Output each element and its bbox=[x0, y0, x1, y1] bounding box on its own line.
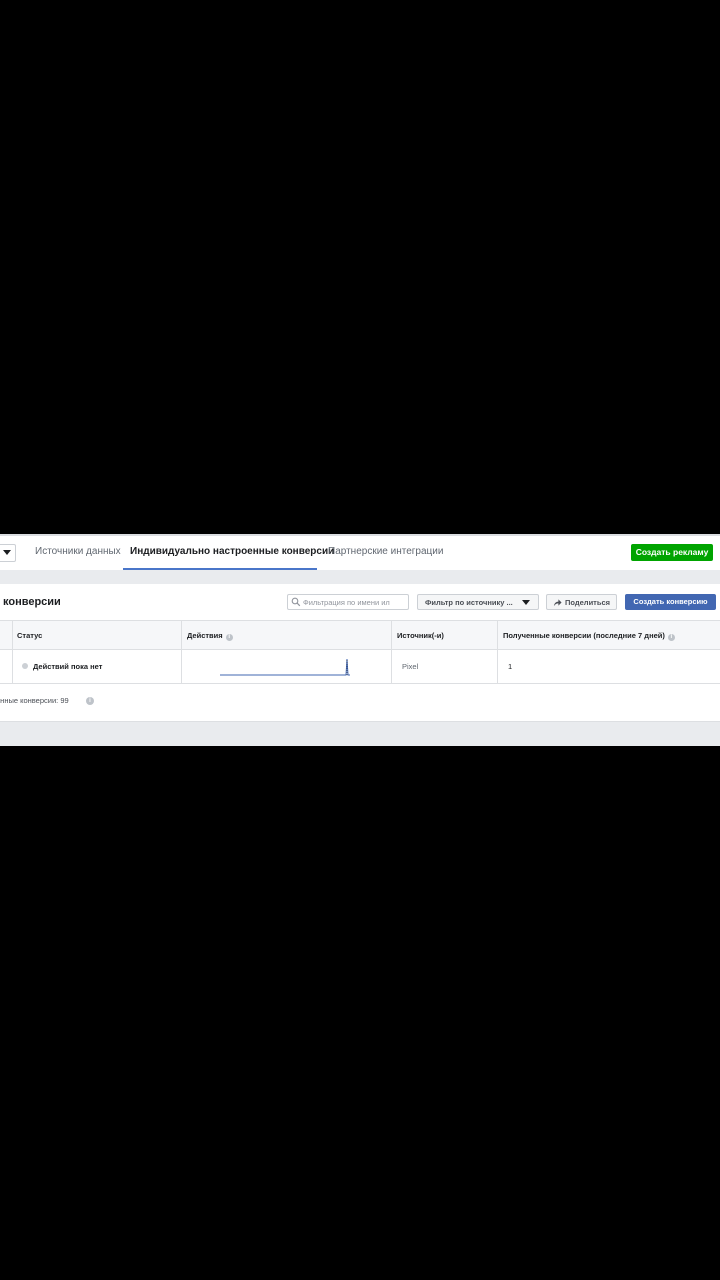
column-divider bbox=[181, 621, 182, 651]
create-ad-button[interactable]: Создать рекламу bbox=[631, 544, 713, 561]
search-input[interactable] bbox=[303, 596, 407, 608]
column-divider bbox=[391, 621, 392, 651]
column-divider bbox=[497, 650, 498, 684]
table-header: Статус Действия i Источник(-и) Полученные… bbox=[0, 620, 720, 651]
status-dot-icon bbox=[22, 663, 28, 669]
separator-band bbox=[0, 570, 720, 584]
share-label: Поделиться bbox=[565, 598, 611, 607]
column-divider bbox=[12, 650, 13, 684]
received-cell: 1 bbox=[508, 662, 513, 671]
actions-sparkline bbox=[220, 658, 350, 676]
share-button[interactable]: Поделиться bbox=[546, 594, 617, 610]
share-arrow-icon bbox=[553, 599, 562, 607]
info-icon[interactable]: i bbox=[86, 697, 94, 705]
column-divider bbox=[497, 621, 498, 651]
search-field[interactable] bbox=[287, 594, 409, 610]
chevron-down-icon bbox=[522, 600, 530, 605]
info-icon[interactable]: i bbox=[667, 634, 675, 641]
status-text: Действий пока нет bbox=[33, 662, 103, 671]
create-conversion-button[interactable]: Создать конверсию bbox=[625, 594, 716, 610]
search-icon bbox=[291, 597, 301, 607]
screenshot-content: Источники данных Индивидуально настроенн… bbox=[0, 534, 720, 746]
chevron-down-icon bbox=[3, 550, 11, 555]
column-divider bbox=[12, 621, 13, 651]
conversions-count: енные конверсии: 99 bbox=[0, 696, 69, 705]
account-dropdown[interactable] bbox=[0, 544, 16, 562]
info-icon[interactable]: i bbox=[225, 634, 233, 641]
column-divider bbox=[391, 650, 392, 684]
tab-custom-conversions[interactable]: Индивидуально настроенные конверсии bbox=[130, 546, 334, 557]
column-header-sources[interactable]: Источник(-и) bbox=[397, 631, 444, 640]
top-navigation: Источники данных Индивидуально настроенн… bbox=[0, 534, 720, 571]
tab-data-sources[interactable]: Источники данных bbox=[35, 546, 121, 557]
tab-partner-integrations[interactable]: Партнерские интеграции bbox=[328, 546, 443, 557]
bottom-band bbox=[0, 721, 720, 746]
source-filter-label: Фильтр по источнику ... bbox=[425, 598, 513, 607]
conversions-panel: конверсии Фильтр по источнику ... Подели… bbox=[0, 584, 720, 721]
source-cell: Pixel bbox=[402, 662, 419, 671]
column-header-actions[interactable]: Действия i bbox=[187, 631, 233, 641]
source-filter-dropdown[interactable]: Фильтр по источнику ... bbox=[417, 594, 539, 610]
column-divider bbox=[181, 650, 182, 684]
table-row[interactable]: Действий пока нет Pixel 1 bbox=[0, 650, 720, 684]
page-title: конверсии bbox=[3, 596, 61, 608]
column-header-label: Полученные конверсии (последние 7 дней) bbox=[503, 631, 665, 640]
column-header-status[interactable]: Статус bbox=[17, 631, 42, 640]
column-header-label: Источник(-и) bbox=[397, 631, 444, 640]
column-header-received[interactable]: Полученные конверсии (последние 7 дней) i bbox=[503, 631, 675, 641]
column-header-label: Действия bbox=[187, 631, 223, 640]
column-header-label: Статус bbox=[17, 631, 43, 640]
